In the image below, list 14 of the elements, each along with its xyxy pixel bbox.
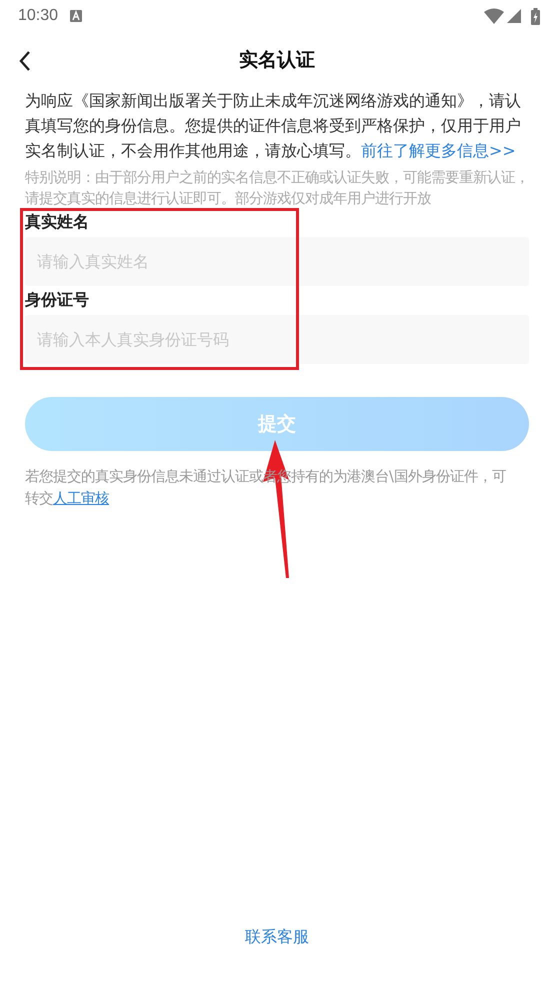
field-label: 身份证号	[25, 289, 90, 311]
back-icon	[18, 50, 32, 72]
manual-review-link[interactable]: 人工审核	[53, 491, 109, 507]
learn-more-link[interactable]: 前往了解更多信息>>	[361, 141, 516, 160]
intro-paragraph: 为响应《国家新闻出版署关于防止未成年沉迷网络游戏的通知》，请认真填写您的身份信息。您提供的证件信息将受到严格保护，仅用于用户实名制认证，不会用作其他用途，请放心填写。前往了解更多信息>>	[25, 90, 522, 162]
signal-icon	[507, 9, 521, 23]
contact-support-link[interactable]: 联系客服	[245, 927, 309, 948]
page-title: 实名认证	[239, 48, 315, 73]
status-time: 10:30	[18, 7, 58, 25]
notification-icon	[70, 10, 82, 22]
special-note: 特别说明：由于部分用户之前的实名信息不正确或认证失败，可能需要重新认证，请提交真实的信息进行认证即可。部分游戏仅对成年用户进行开放	[25, 168, 530, 209]
battery-icon	[531, 8, 540, 24]
wifi-icon	[484, 8, 504, 24]
field-label: 真实姓名	[25, 211, 90, 233]
